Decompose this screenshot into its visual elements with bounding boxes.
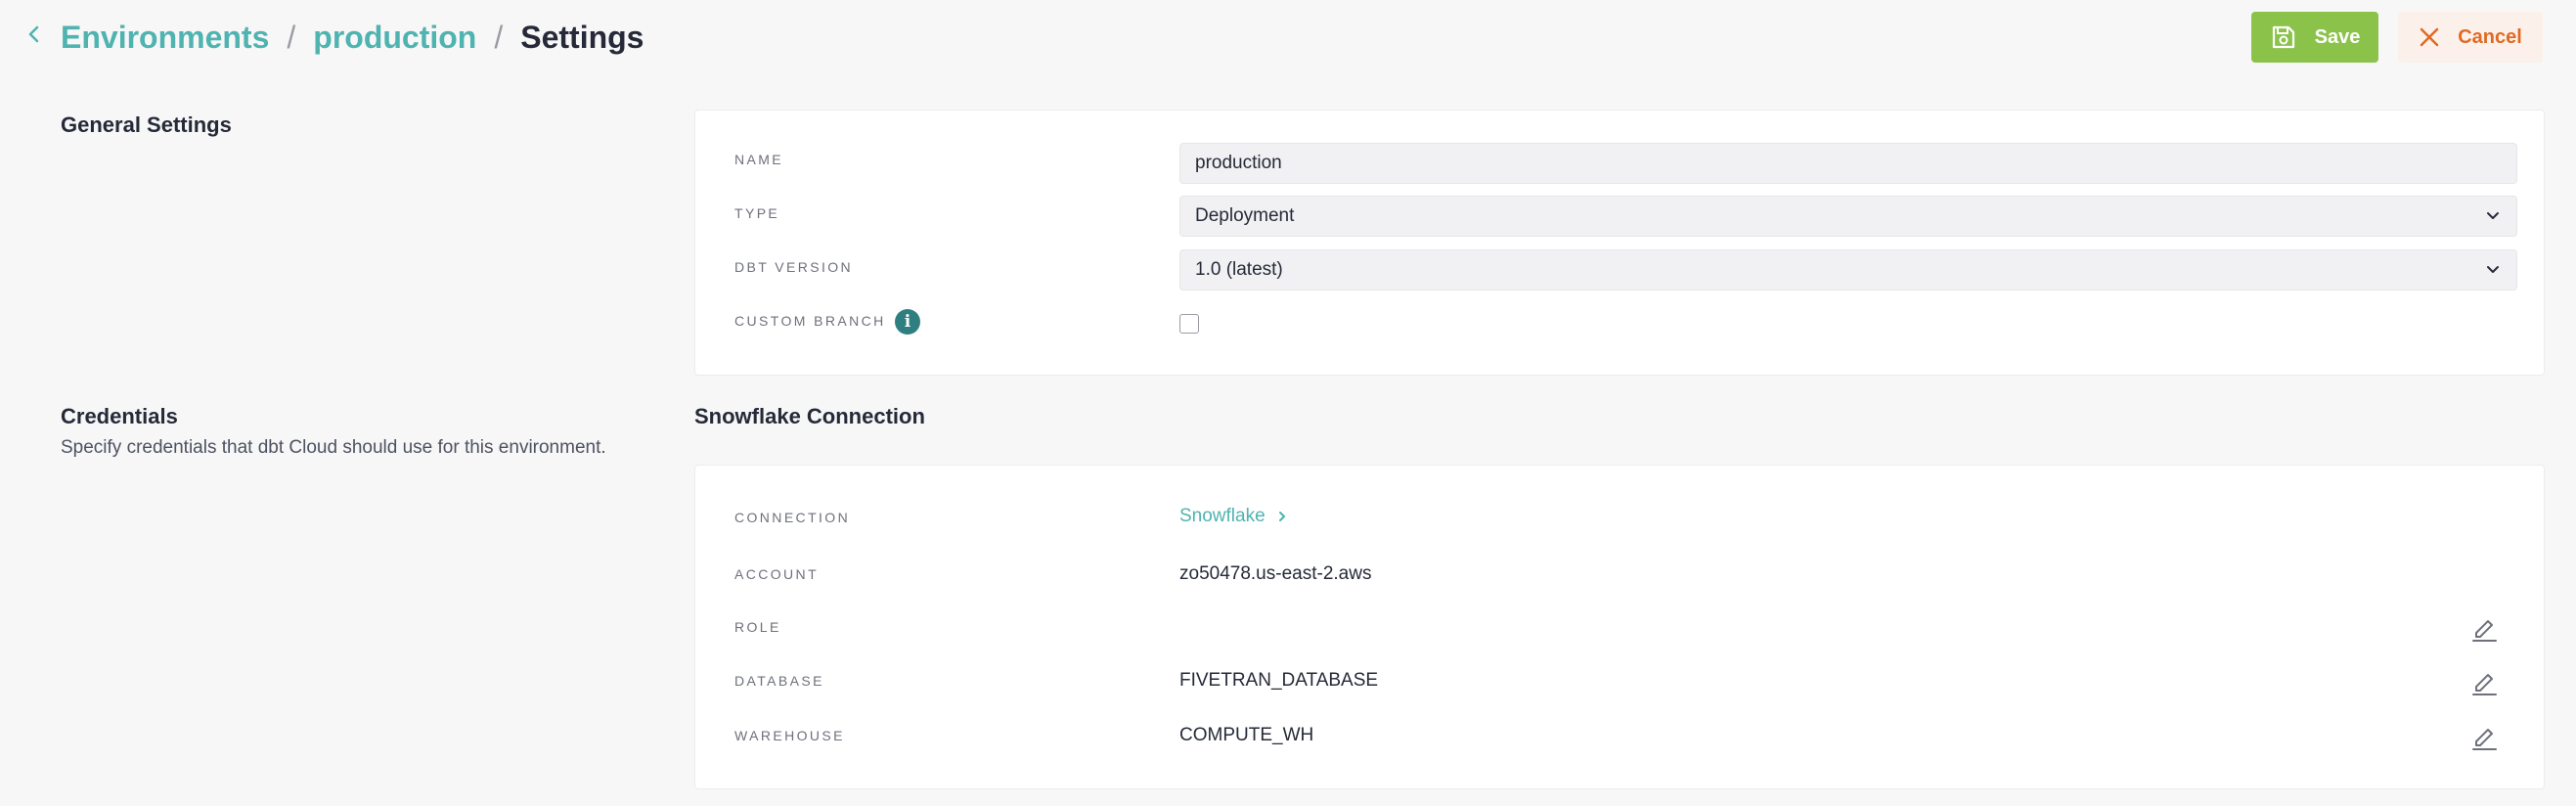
- database-label: DATABASE: [734, 673, 824, 689]
- breadcrumb-environments[interactable]: Environments: [61, 20, 269, 56]
- edit-database-icon[interactable]: [2468, 666, 2500, 697]
- page-title: Settings: [520, 19, 644, 55]
- name-input-value: production: [1195, 153, 1282, 173]
- name-input[interactable]: production: [1179, 143, 2517, 184]
- credentials-card: CONNECTION Snowflake ACCOUNT zo50478.us-…: [694, 465, 2545, 789]
- type-label: TYPE: [734, 205, 780, 221]
- account-label: ACCOUNT: [734, 566, 820, 582]
- custom-branch-checkbox[interactable]: [1179, 314, 1199, 334]
- dbt-version-select-value: 1.0 (latest): [1195, 259, 1283, 280]
- edit-warehouse-icon[interactable]: [2468, 721, 2500, 752]
- breadcrumb-separator: /: [494, 19, 504, 55]
- general-settings-card: NAME production TYPE Deployment DBT VERS…: [694, 110, 2545, 376]
- type-select[interactable]: Deployment: [1179, 196, 2517, 237]
- snowflake-connection-title: Snowflake Connection: [694, 404, 925, 428]
- type-select-value: Deployment: [1195, 205, 1295, 226]
- warehouse-value: COMPUTE_WH: [1179, 725, 1314, 745]
- save-icon: [2272, 25, 2294, 49]
- back-chevron-icon[interactable]: [22, 22, 47, 47]
- chevron-down-icon: [2487, 266, 2499, 273]
- connection-label: CONNECTION: [734, 510, 851, 525]
- role-label: ROLE: [734, 619, 781, 635]
- warehouse-label: WAREHOUSE: [734, 728, 845, 743]
- breadcrumb-production[interactable]: production: [313, 20, 476, 56]
- chevron-down-icon: [2487, 212, 2499, 219]
- custom-branch-label: CUSTOM BRANCH: [734, 313, 886, 329]
- cancel-button[interactable]: Cancel: [2398, 12, 2543, 63]
- credentials-title: Credentials: [61, 404, 178, 428]
- name-label: NAME: [734, 152, 784, 167]
- chevron-right-icon: [1278, 512, 1285, 521]
- dbt-version-label: DBT VERSION: [734, 259, 854, 275]
- database-value: FIVETRAN_DATABASE: [1179, 670, 1379, 691]
- connection-link[interactable]: Snowflake: [1179, 506, 1291, 527]
- credentials-description: Specify credentials that dbt Cloud shoul…: [61, 437, 606, 458]
- save-button[interactable]: Save: [2251, 12, 2378, 63]
- breadcrumb: Environments / production / Settings: [61, 16, 644, 59]
- cancel-button-label: Cancel: [2458, 25, 2522, 48]
- account-value: zo50478.us-east-2.aws: [1179, 563, 1372, 584]
- breadcrumb-separator: /: [287, 19, 296, 55]
- close-icon: [2420, 27, 2439, 47]
- edit-role-icon[interactable]: [2468, 612, 2500, 644]
- connection-link-label: Snowflake: [1179, 506, 1266, 526]
- general-settings-title: General Settings: [61, 112, 232, 137]
- dbt-version-select[interactable]: 1.0 (latest): [1179, 249, 2517, 291]
- save-button-label: Save: [2314, 25, 2361, 48]
- info-icon[interactable]: i: [895, 309, 920, 335]
